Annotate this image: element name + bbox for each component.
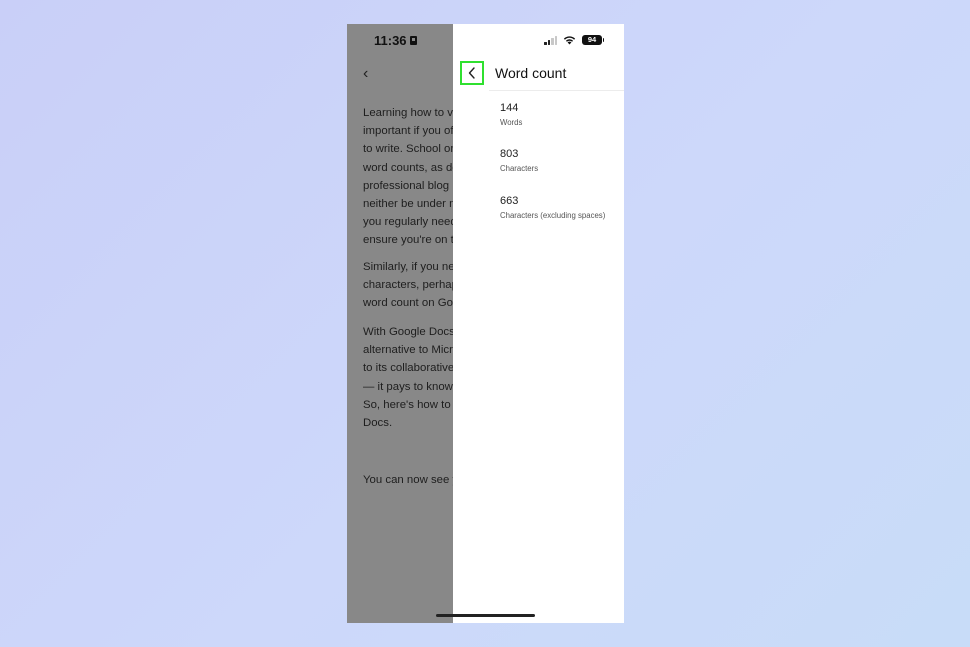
doc-paragraph-3: With Google Docs b alternative to Micros…: [363, 326, 453, 430]
stat-value: 663: [500, 195, 519, 207]
cellular-signal-icon: [544, 35, 557, 45]
document-view-dimmed: 11:36 ‹ Learning how to vie important if…: [347, 24, 453, 623]
stat-label: Characters (excluding spaces): [500, 211, 606, 220]
status-indicators: 94: [544, 35, 604, 45]
stat-words: 144 Words: [500, 101, 522, 128]
stat-value: 803: [500, 148, 519, 160]
id-card-icon: [409, 36, 417, 45]
stat-value: 144: [500, 102, 519, 114]
doc-back-chevron-icon[interactable]: ‹: [363, 66, 373, 82]
home-indicator[interactable]: [436, 614, 535, 617]
panel-title: Word count: [495, 65, 567, 81]
chevron-left-icon: [468, 67, 475, 79]
back-button[interactable]: [460, 61, 484, 85]
stat-label: Words: [500, 118, 523, 127]
stat-characters: 803 Characters: [500, 147, 538, 174]
word-count-panel: 94 Word count 144 Words 803 Characters 6…: [453, 24, 624, 623]
stat-label: Characters: [500, 164, 539, 173]
battery-icon: 94: [582, 35, 604, 45]
phone-screen: 11:36 ‹ Learning how to vie important if…: [347, 24, 624, 623]
header-divider: [489, 90, 624, 91]
wifi-icon: [563, 36, 576, 45]
doc-paragraph-2: Similarly, if you nee characters, perhap…: [363, 261, 453, 310]
doc-paragraph-4: You can now see yo: [363, 474, 453, 486]
stat-characters-excluding-spaces: 663 Characters (excluding spaces): [500, 194, 605, 221]
doc-paragraph-1: Learning how to vie important if you of t…: [363, 107, 453, 247]
status-time: 11:36: [374, 33, 417, 48]
